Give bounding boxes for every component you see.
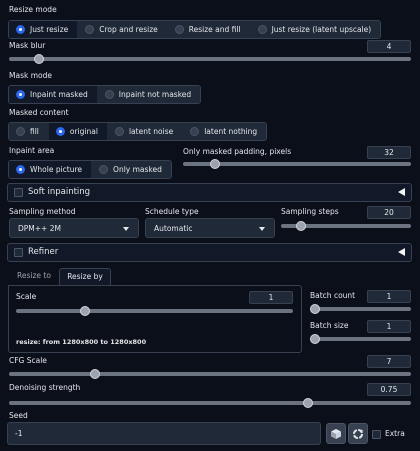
triangle-left-icon[interactable]: [398, 188, 405, 196]
slider-handle[interactable]: [90, 369, 101, 379]
inpaint-area-label: Inpaint area: [9, 146, 55, 155]
reuse-seed-button[interactable]: [348, 423, 368, 444]
radio-latent-noise[interactable]: latent noise: [107, 123, 184, 140]
masked-content-label: Masked content: [9, 108, 69, 117]
slider-handle[interactable]: [310, 304, 320, 314]
batch-size-label: Batch size: [310, 321, 349, 330]
mask-blur-input[interactable]: 4: [367, 40, 411, 53]
triangle-left-icon[interactable]: [398, 248, 405, 256]
sampling-method-value: DPM++ 2M: [18, 224, 61, 233]
refiner-label: Refiner: [28, 247, 59, 257]
radio-only-masked[interactable]: Only masked: [92, 161, 171, 178]
extra-checkbox[interactable]: [372, 430, 381, 439]
only-masked-padding-slider[interactable]: [183, 159, 411, 169]
slider-handle[interactable]: [310, 334, 320, 344]
refiner-accordion[interactable]: Refiner: [7, 243, 412, 262]
batch-count-label: Batch count: [310, 291, 356, 300]
slider-handle[interactable]: [296, 221, 307, 231]
sampling-steps-slider[interactable]: [281, 221, 411, 231]
denoising-strength-label: Denoising strength: [9, 383, 81, 392]
slider-handle[interactable]: [80, 306, 91, 316]
resize-mode-group: Just resize Crop and resize Resize and f…: [8, 20, 382, 39]
scale-slider[interactable]: [16, 306, 293, 316]
schedule-type-label: Schedule type: [145, 207, 199, 216]
resize-by-panel: Scale 1 resize: from 1280x800 to 1280x80…: [8, 285, 302, 353]
mask-mode-label: Mask mode: [9, 71, 52, 80]
soft-inpainting-label: Soft inpainting: [28, 187, 91, 197]
scale-input[interactable]: 1: [249, 291, 293, 304]
radio-resize-and-fill[interactable]: Resize and fill: [167, 21, 251, 38]
soft-inpainting-accordion[interactable]: Soft inpainting: [7, 183, 412, 202]
radio-fill[interactable]: fill: [9, 123, 49, 140]
schedule-type-value: Automatic: [154, 224, 193, 233]
tab-resize-by[interactable]: Resize by: [59, 268, 111, 285]
only-masked-padding-input[interactable]: 32: [367, 146, 411, 159]
radio-latent-nothing[interactable]: latent nothing: [183, 123, 267, 140]
radio-whole-picture[interactable]: Whole picture: [9, 161, 93, 178]
batch-size-input[interactable]: 1: [367, 320, 411, 333]
slider-handle[interactable]: [33, 54, 44, 64]
scale-label: Scale: [16, 292, 37, 301]
dice-icon: [331, 429, 341, 439]
masked-content-group: fill original latent noise latent nothin…: [8, 122, 268, 141]
slider-handle[interactable]: [210, 159, 221, 169]
chevron-down-icon: [123, 227, 129, 231]
sampling-method-dropdown[interactable]: DPM++ 2M: [9, 218, 139, 238]
inpaint-area-group: Whole picture Only masked: [8, 160, 172, 179]
cfg-scale-slider[interactable]: [9, 369, 411, 379]
radio-original[interactable]: original: [48, 123, 108, 140]
schedule-type-dropdown[interactable]: Automatic: [145, 218, 275, 238]
denoising-strength-slider[interactable]: [9, 398, 411, 408]
mask-blur-slider[interactable]: [9, 54, 411, 64]
chevron-down-icon: [259, 227, 265, 231]
slider-handle[interactable]: [303, 398, 313, 408]
random-seed-button[interactable]: [326, 423, 346, 444]
tab-resize-to[interactable]: Resize to: [10, 268, 58, 285]
mask-blur-label: Mask blur: [9, 41, 46, 50]
radio-just-resize[interactable]: Just resize: [9, 21, 79, 38]
recycle-icon: [353, 429, 364, 439]
sampling-steps-input[interactable]: 20: [367, 206, 411, 219]
extra-label: Extra: [385, 429, 405, 438]
radio-inpaint-masked[interactable]: Inpaint masked: [9, 86, 98, 103]
resize-mode-label: Resize mode: [9, 5, 57, 14]
refiner-checkbox[interactable]: [14, 248, 23, 257]
batch-count-input[interactable]: 1: [367, 290, 411, 303]
sampling-method-label: Sampling method: [9, 207, 76, 216]
radio-crop-and-resize[interactable]: Crop and resize: [78, 21, 168, 38]
soft-inpainting-checkbox[interactable]: [14, 188, 23, 197]
cfg-scale-label: CFG Scale: [9, 356, 47, 365]
only-masked-padding-label: Only masked padding, pixels: [183, 147, 292, 156]
batch-size-slider[interactable]: [310, 334, 411, 344]
seed-input[interactable]: -1: [7, 422, 321, 445]
seed-value: -1: [15, 429, 23, 438]
seed-label: Seed: [9, 411, 28, 420]
cfg-scale-input[interactable]: 7: [367, 355, 411, 368]
sampling-steps-label: Sampling steps: [281, 207, 339, 216]
radio-latent-upscale[interactable]: Just resize (latent upscale): [250, 21, 381, 38]
denoising-strength-input[interactable]: 0.75: [367, 383, 411, 396]
mask-mode-group: Inpaint masked Inpaint not masked: [8, 85, 202, 104]
batch-count-slider[interactable]: [310, 304, 411, 314]
resize-info-text: resize: from 1280x800 to 1280x800: [16, 338, 147, 346]
radio-inpaint-not-masked[interactable]: Inpaint not masked: [97, 86, 201, 103]
